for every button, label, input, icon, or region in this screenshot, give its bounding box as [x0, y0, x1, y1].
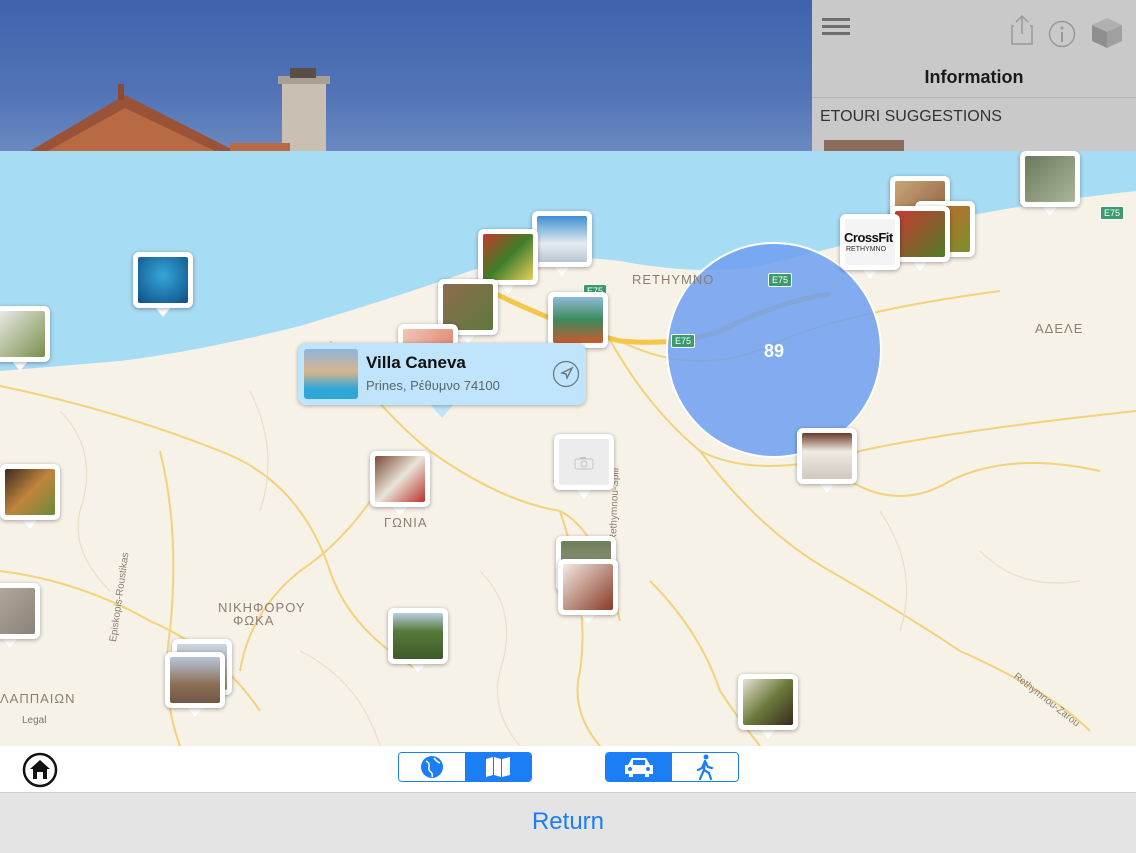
callout-subtitle: Prines, Ρέθυμνο 74100 — [366, 378, 500, 393]
map-label-foka: ΦΩΚΑ — [233, 613, 275, 628]
map-toggle[interactable] — [465, 753, 531, 781]
home-icon[interactable] — [22, 752, 58, 788]
callout-pointer — [430, 404, 454, 418]
photo-pin[interactable] — [133, 252, 193, 317]
menu-icon[interactable] — [822, 18, 850, 38]
walking-toggle[interactable] — [672, 753, 738, 781]
navigate-icon[interactable] — [552, 360, 580, 388]
map-type-segmented-control — [398, 752, 532, 782]
camera-icon — [574, 456, 594, 475]
car-icon — [625, 758, 653, 777]
photo-pin[interactable] — [797, 428, 857, 493]
photo-pin[interactable] — [0, 464, 60, 529]
photo-pin[interactable] — [548, 292, 608, 357]
hero-scene-graphic — [30, 68, 330, 151]
legal-link[interactable]: Legal — [22, 715, 46, 726]
map-toolbar — [0, 746, 1136, 792]
section-header: ETOURI SUGGESTIONS — [820, 108, 1002, 125]
photo-pin[interactable]: CrossFit RETHYMNO — [840, 214, 900, 279]
globe-toggle[interactable] — [399, 753, 465, 781]
crossfit-logo-sub: RETHYMNO — [846, 246, 887, 253]
location-callout[interactable]: Villa Caneva Prines, Ρέθυμνο 74100 — [298, 343, 586, 405]
road-shield-e75: E75 — [768, 273, 793, 287]
photo-pin[interactable] — [1020, 151, 1080, 216]
road-shield-e75: E75 — [1100, 206, 1125, 220]
photo-pin-placeholder[interactable] — [554, 434, 614, 499]
driving-toggle[interactable] — [606, 753, 672, 781]
cluster-count-label[interactable]: 89 — [744, 341, 804, 362]
photo-pin[interactable] — [370, 451, 430, 516]
globe-icon — [421, 756, 443, 778]
photo-pin[interactable] — [738, 674, 798, 739]
photo-pin[interactable] — [0, 306, 50, 371]
travel-mode-segmented-control — [605, 752, 739, 782]
map-label-adele: ΑΔΕΛΕ — [1035, 321, 1084, 336]
photo-pin[interactable] — [478, 229, 538, 294]
map-label-lappaion: ΛΑΠΠΑΙΩΝ — [0, 691, 76, 706]
share-icon[interactable] — [1010, 14, 1034, 46]
panel-divider — [812, 97, 1136, 98]
info-icon[interactable] — [1048, 20, 1076, 48]
hero-photo — [0, 0, 812, 151]
map-icon — [486, 757, 510, 777]
map-label-rethymno: RETHYMNO — [632, 272, 715, 287]
panel-title: Information — [924, 67, 1024, 87]
photo-pin[interactable] — [388, 608, 448, 673]
information-panel: Information ETOURI SUGGESTIONS — [812, 0, 1136, 151]
bottom-bar: Return — [0, 792, 1136, 853]
photo-pin[interactable] — [558, 559, 618, 624]
suggestion-thumbnail[interactable] — [824, 140, 904, 151]
map-view[interactable]: RETHYMNO ΑΔΕΛΕ ΝΙΚΗΦΟΡΟΥ ΦΩΚΑ ΛΑΠΠΑΙΩΝ Γ… — [0, 151, 1136, 746]
cube-icon[interactable] — [1090, 16, 1124, 50]
road-shield-e75: E75 — [671, 334, 696, 348]
map-label-gonia: ΓΩΝΙΑ — [384, 515, 428, 530]
photo-pin[interactable] — [0, 583, 40, 648]
return-button[interactable]: Return — [0, 808, 1136, 836]
walking-icon — [696, 754, 714, 780]
photo-pin[interactable] — [165, 652, 225, 717]
callout-thumbnail — [304, 349, 358, 399]
callout-title: Villa Caneva — [366, 353, 466, 372]
photo-pin[interactable] — [532, 211, 592, 276]
crossfit-logo: CrossFit — [844, 230, 893, 245]
